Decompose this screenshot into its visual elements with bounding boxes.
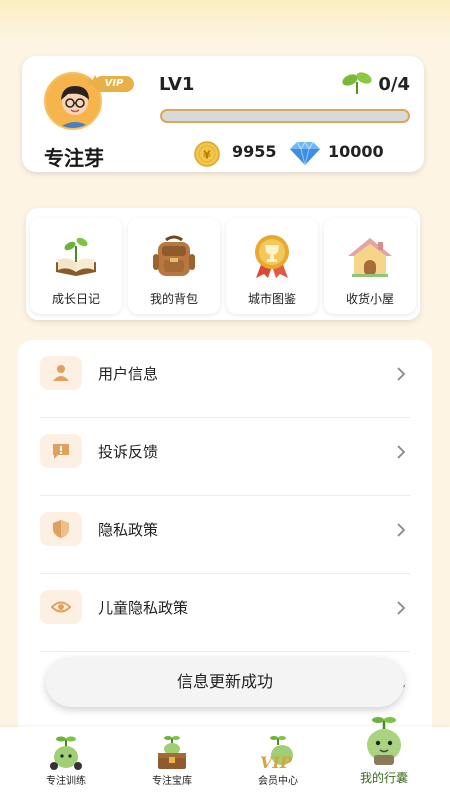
diamond-icon	[288, 140, 322, 170]
treasure-chest-icon	[152, 735, 192, 775]
user-icon	[40, 356, 82, 390]
growth-diary-book-icon	[52, 232, 100, 280]
sprout-progress-count: 0/4	[378, 74, 410, 95]
chevron-right-icon	[396, 444, 406, 464]
level-label: LV1	[159, 74, 195, 95]
feature-label: 城市图鉴	[247, 292, 296, 306]
tab-label: 专注训练	[46, 776, 86, 787]
vip-mascot-icon: VIP	[258, 735, 298, 775]
cottage-icon	[346, 232, 394, 280]
backpack-icon	[150, 232, 198, 280]
gem-balance: 10000	[328, 142, 384, 161]
coin-icon: ¥	[194, 141, 220, 171]
sprout-mascot-icon	[46, 735, 86, 775]
sprout-mascot-icon	[364, 715, 404, 771]
menu-label: 用户信息	[98, 365, 159, 383]
top-status-area	[0, 0, 450, 40]
menu-item-child-privacy-policy[interactable]: 儿童隐私政策	[40, 574, 410, 652]
feedback-icon	[40, 434, 82, 468]
feature-growth-diary[interactable]: 成长日记	[30, 218, 122, 314]
feature-cottage[interactable]: 收货小屋	[324, 218, 416, 314]
feature-city-guide[interactable]: 城市图鉴	[226, 218, 318, 314]
menu-label: 儿童隐私政策	[98, 599, 189, 617]
tab-label: 专注宝库	[152, 776, 192, 787]
username: 专注芽	[44, 146, 104, 170]
chevron-right-icon	[396, 600, 406, 620]
feature-shortcuts: 成长日记 我的背包 城市图鉴 收货小屋	[26, 208, 420, 320]
sprout-icon	[342, 70, 372, 98]
level-progress-bar	[160, 109, 410, 123]
feature-label: 成长日记	[51, 292, 100, 306]
tab-member-center[interactable]: VIP 会员中心	[222, 727, 334, 800]
menu-label: 投诉反馈	[98, 443, 159, 461]
eye-icon	[40, 590, 82, 624]
tab-focus-treasury[interactable]: 专注宝库	[116, 727, 228, 800]
feature-label: 我的背包	[149, 292, 198, 306]
bottom-nav: 专注训练 专注宝库 VIP 会员中心 我的行囊	[0, 717, 450, 800]
city-trophy-medal-icon	[248, 232, 296, 280]
tab-focus-training[interactable]: 专注训练	[10, 727, 122, 800]
feature-backpack[interactable]: 我的背包	[128, 218, 220, 314]
tab-label: 我的行囊	[359, 771, 408, 785]
chevron-right-icon	[396, 366, 406, 386]
profile-card: VIP 专注芽 LV1 0/4 ¥ 9955 10000	[22, 56, 424, 172]
vip-badge: VIP	[94, 76, 134, 92]
menu-item-feedback[interactable]: 投诉反馈	[40, 418, 410, 496]
svg-text:VIP: VIP	[260, 753, 293, 771]
menu-label: 隐私政策	[98, 521, 159, 539]
coin-balance: 9955	[232, 142, 277, 161]
feature-label: 收货小屋	[345, 292, 394, 306]
svg-text:¥: ¥	[203, 149, 211, 162]
toast-message: 信息更新成功	[46, 657, 404, 707]
menu-item-privacy-policy[interactable]: 隐私政策	[40, 496, 410, 574]
chevron-right-icon	[396, 522, 406, 542]
tab-my-bag[interactable]: 我的行囊	[328, 717, 440, 800]
shield-icon	[40, 512, 82, 546]
tab-label: 会员中心	[258, 776, 298, 787]
menu-item-user-info[interactable]: 用户信息	[40, 340, 410, 418]
